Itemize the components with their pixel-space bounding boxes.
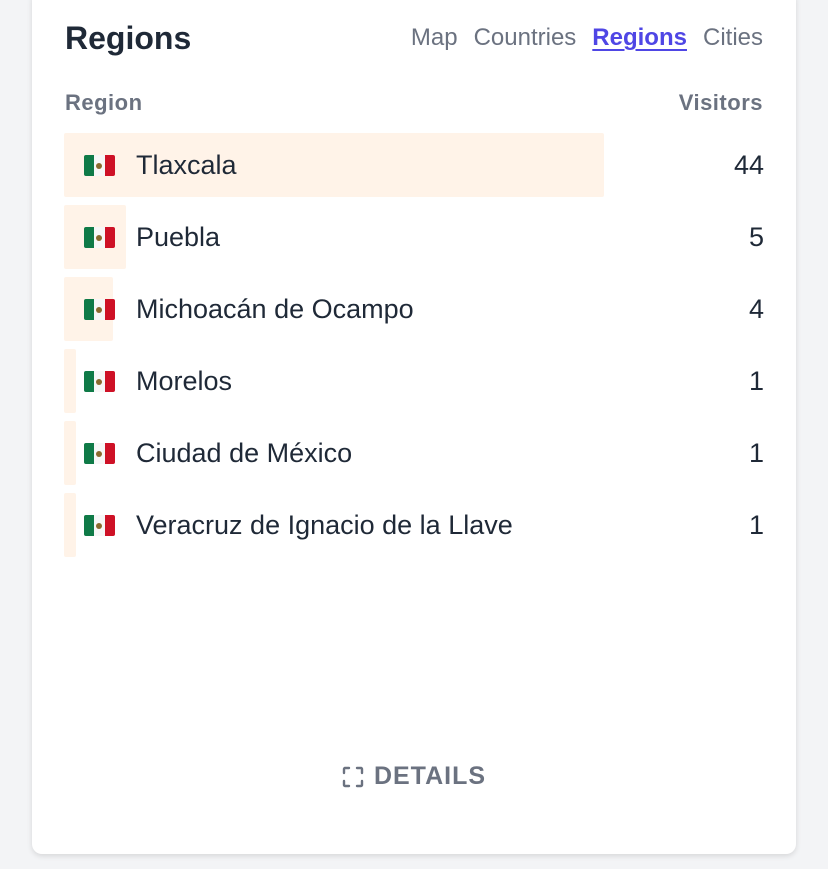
regions-card: Regions Map Countries Regions Cities Reg… (32, 0, 796, 854)
tab-cities[interactable]: Cities (703, 24, 763, 52)
expand-icon (342, 766, 364, 787)
visitor-count: 1 (748, 510, 764, 540)
region-name[interactable]: Ciudad de México (136, 438, 352, 469)
mexico-flag-icon (84, 155, 115, 176)
tab-regions[interactable]: Regions (592, 24, 687, 52)
card-title: Regions (65, 20, 192, 56)
mexico-flag-icon (84, 227, 115, 248)
tab-countries[interactable]: Countries (474, 24, 577, 52)
visitor-count: 4 (748, 294, 764, 324)
details-button[interactable]: DETAILS (32, 762, 796, 791)
visitor-count: 1 (748, 366, 764, 396)
visitor-count: 5 (748, 222, 764, 252)
visitor-count: 1 (748, 438, 764, 468)
region-row[interactable]: Tlaxcala 44 (64, 133, 764, 197)
mexico-flag-icon (84, 443, 115, 464)
visitor-share-bar (64, 349, 76, 413)
region-row[interactable]: Michoacán de Ocampo 4 (64, 277, 764, 341)
region-row[interactable]: Veracruz de Ignacio de la Llave 1 (64, 493, 764, 557)
region-row[interactable]: Morelos 1 (64, 349, 764, 413)
region-name[interactable]: Veracruz de Ignacio de la Llave (136, 510, 513, 541)
region-row[interactable]: Puebla 5 (64, 205, 764, 269)
visitor-share-bar (64, 493, 76, 557)
column-header-visitors: Visitors (678, 90, 763, 115)
region-name[interactable]: Tlaxcala (136, 150, 237, 181)
region-name[interactable]: Michoacán de Ocampo (136, 294, 414, 325)
region-list: Tlaxcala 44 Puebla 5 Michoacán de Ocampo… (64, 133, 764, 565)
details-label: DETAILS (373, 762, 487, 790)
tab-map[interactable]: Map (411, 24, 458, 52)
visitor-count: 44 (733, 150, 764, 180)
mexico-flag-icon (84, 371, 115, 392)
visitor-share-bar (64, 421, 76, 485)
mexico-flag-icon (84, 299, 115, 320)
region-row[interactable]: Ciudad de México 1 (64, 421, 764, 485)
region-name[interactable]: Puebla (136, 222, 220, 253)
view-tabs: Map Countries Regions Cities (411, 24, 763, 52)
column-header-region: Region (65, 90, 143, 115)
mexico-flag-icon (84, 515, 115, 536)
region-name[interactable]: Morelos (136, 366, 232, 397)
